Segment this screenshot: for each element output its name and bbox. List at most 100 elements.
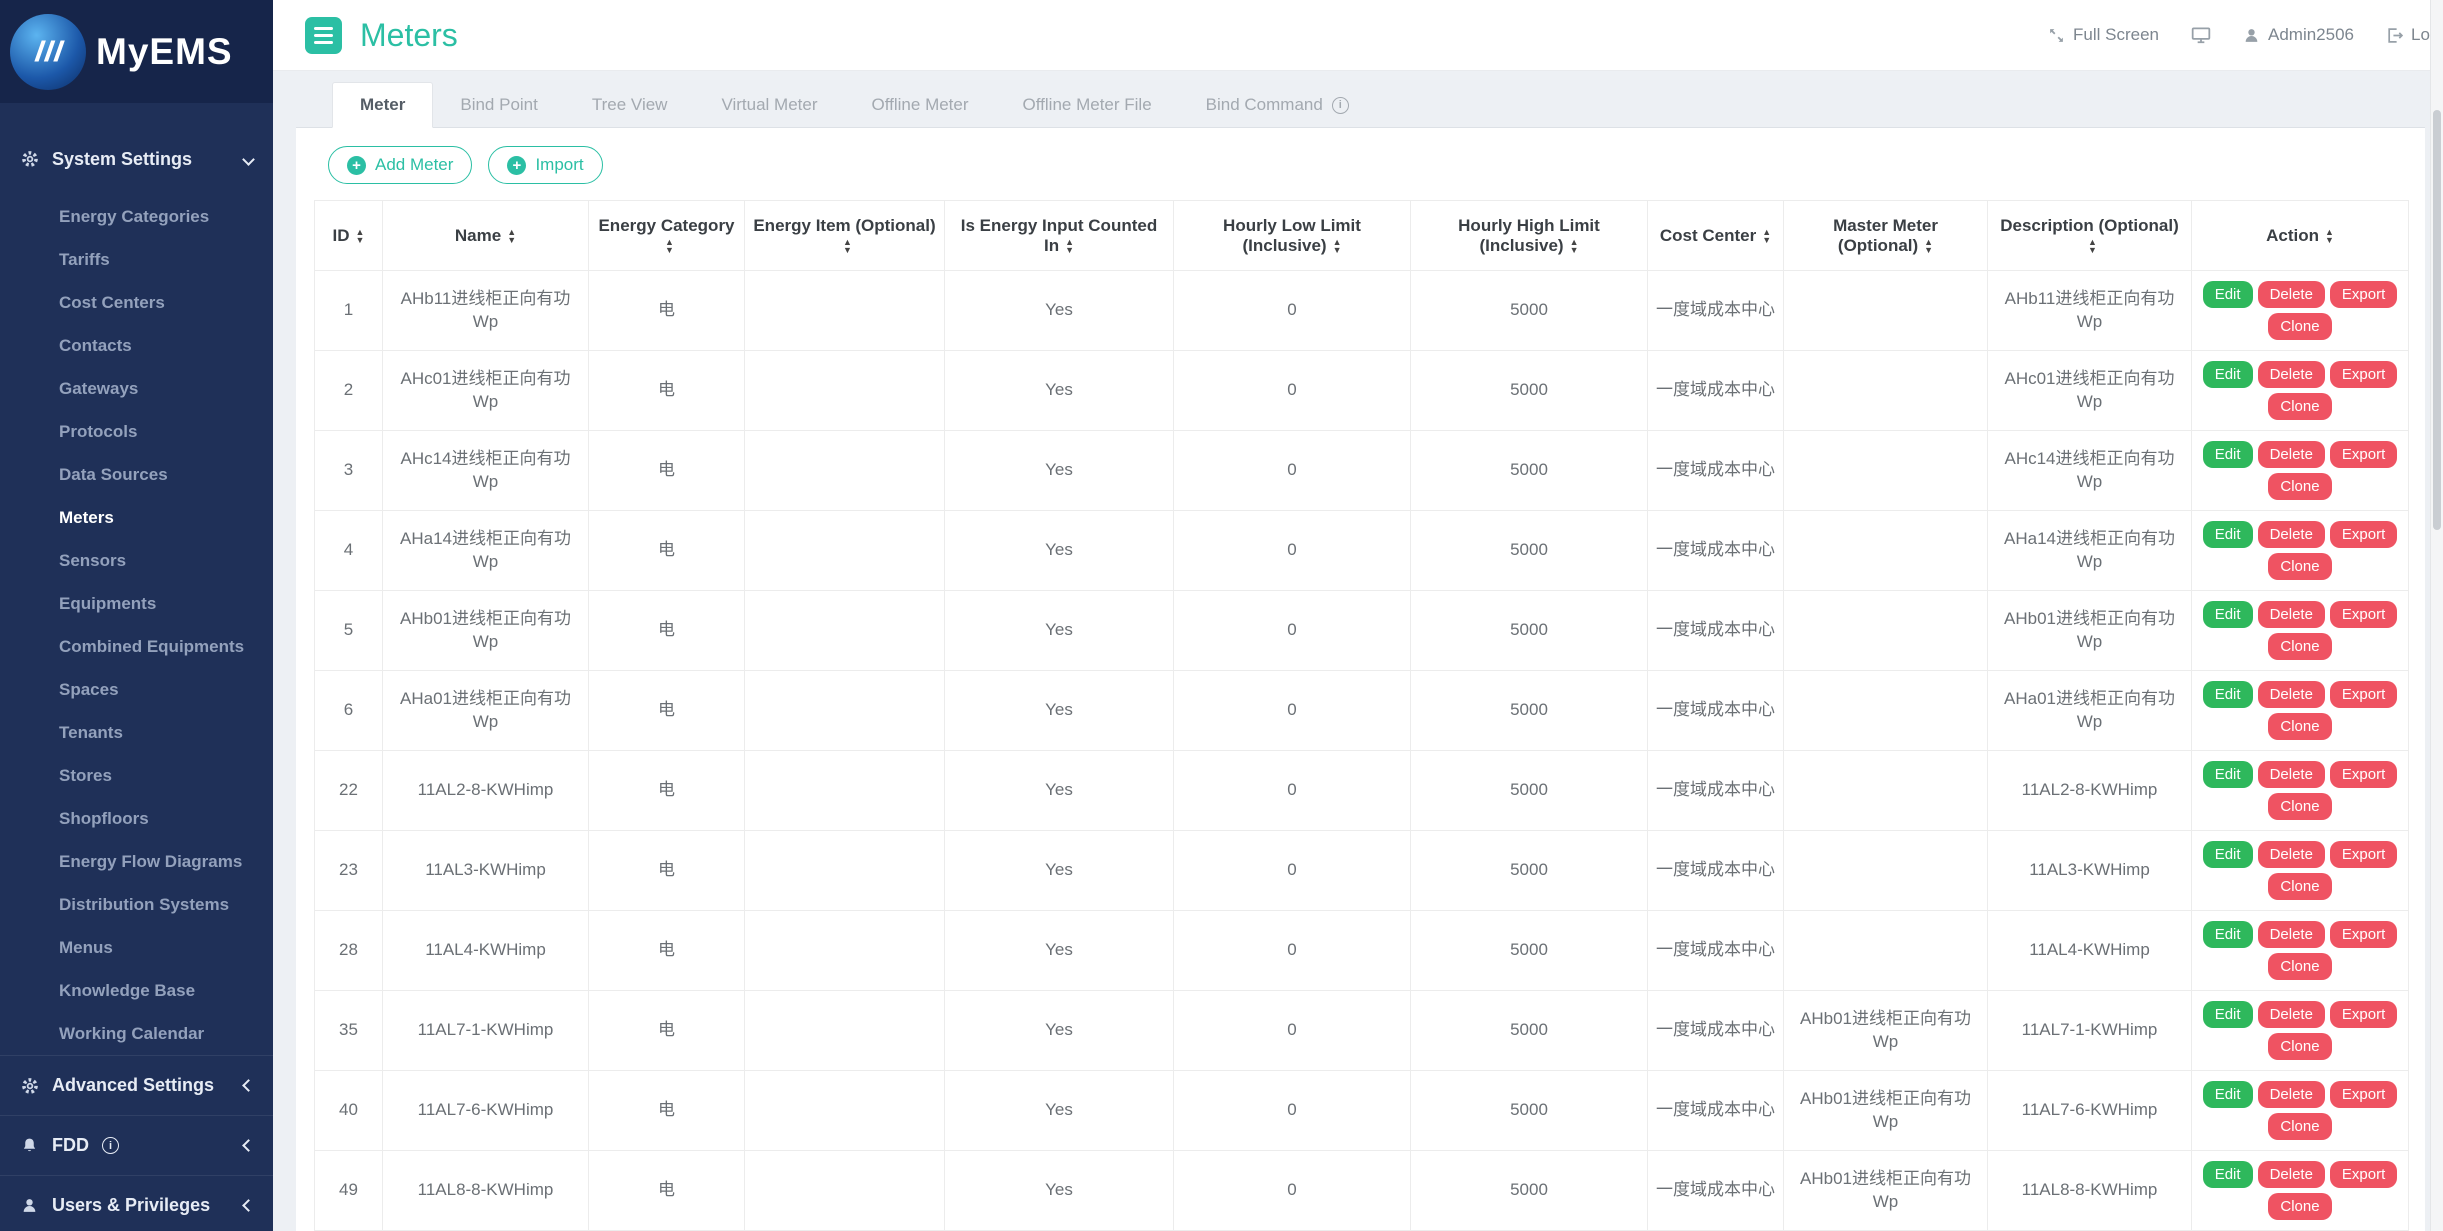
sidebar-item[interactable]: Knowledge Base	[0, 969, 273, 1012]
edit-button[interactable]: Edit	[2203, 921, 2253, 948]
column-header[interactable]: Energy Item (Optional)	[745, 201, 945, 271]
sidebar-section-fdd[interactable]: FDD	[0, 1115, 273, 1175]
delete-button[interactable]: Delete	[2258, 1161, 2325, 1188]
sidebar-item[interactable]: Combined Equipments	[0, 625, 273, 668]
export-button[interactable]: Export	[2330, 841, 2397, 868]
sidebar-item[interactable]: Contacts	[0, 324, 273, 367]
edit-button[interactable]: Edit	[2203, 361, 2253, 388]
sidebar-item[interactable]: Protocols	[0, 410, 273, 453]
column-header[interactable]: Hourly High Limit (Inclusive)	[1411, 201, 1648, 271]
delete-button[interactable]: Delete	[2258, 521, 2325, 548]
edit-button[interactable]: Edit	[2203, 441, 2253, 468]
column-header[interactable]: Is Energy Input Counted In	[945, 201, 1174, 271]
export-button[interactable]: Export	[2330, 1081, 2397, 1108]
sidebar-item[interactable]: Energy Categories	[0, 195, 273, 238]
sidebar-section-system-settings[interactable]: System Settings	[0, 133, 273, 185]
cell-energy-category: 电	[589, 1151, 745, 1231]
delete-button[interactable]: Delete	[2258, 601, 2325, 628]
edit-button[interactable]: Edit	[2203, 1161, 2253, 1188]
delete-button[interactable]: Delete	[2258, 1081, 2325, 1108]
sidebar-item[interactable]: Equipments	[0, 582, 273, 625]
edit-button[interactable]: Edit	[2203, 601, 2253, 628]
brand[interactable]: MyEMS	[0, 0, 273, 103]
clone-button[interactable]: Clone	[2268, 633, 2331, 660]
tab[interactable]: Offline Meter	[845, 83, 996, 127]
edit-button[interactable]: Edit	[2203, 521, 2253, 548]
sidebar-toggle-button[interactable]	[305, 17, 342, 54]
export-button[interactable]: Export	[2330, 521, 2397, 548]
clone-button[interactable]: Clone	[2268, 713, 2331, 740]
sidebar-item[interactable]: Menus	[0, 926, 273, 969]
sidebar-item[interactable]: Meters	[0, 496, 273, 539]
export-button[interactable]: Export	[2330, 681, 2397, 708]
export-button[interactable]: Export	[2330, 601, 2397, 628]
clone-button[interactable]: Clone	[2268, 1033, 2331, 1060]
scrollbar-thumb[interactable]	[2433, 110, 2441, 530]
user-menu[interactable]: Admin2506	[2243, 25, 2354, 45]
column-header[interactable]: Master Meter (Optional)	[1784, 201, 1988, 271]
edit-button[interactable]: Edit	[2203, 761, 2253, 788]
column-header[interactable]: Cost Center	[1648, 201, 1784, 271]
edit-button[interactable]: Edit	[2203, 1081, 2253, 1108]
tab[interactable]: Virtual Meter	[694, 83, 844, 127]
add-meter-button[interactable]: + Add Meter	[328, 146, 472, 184]
edit-button[interactable]: Edit	[2203, 681, 2253, 708]
sidebar-item[interactable]: Distribution Systems	[0, 883, 273, 926]
tab[interactable]: Tree View	[565, 83, 695, 127]
sidebar-item[interactable]: Energy Flow Diagrams	[0, 840, 273, 883]
delete-button[interactable]: Delete	[2258, 441, 2325, 468]
export-button[interactable]: Export	[2330, 441, 2397, 468]
tab[interactable]: Meter	[332, 82, 433, 128]
edit-button[interactable]: Edit	[2203, 1001, 2253, 1028]
full-screen-button[interactable]: Full Screen	[2048, 25, 2159, 45]
sidebar-item[interactable]: Gateways	[0, 367, 273, 410]
clone-button[interactable]: Clone	[2268, 393, 2331, 420]
column-header[interactable]: Description (Optional)	[1988, 201, 2192, 271]
sidebar-item[interactable]: Stores	[0, 754, 273, 797]
column-header[interactable]: ID	[315, 201, 383, 271]
sidebar-item[interactable]: Tariffs	[0, 238, 273, 281]
sidebar-item[interactable]: Sensors	[0, 539, 273, 582]
delete-button[interactable]: Delete	[2258, 921, 2325, 948]
export-button[interactable]: Export	[2330, 361, 2397, 388]
export-button[interactable]: Export	[2330, 921, 2397, 948]
vertical-scrollbar[interactable]	[2430, 0, 2443, 1231]
delete-button[interactable]: Delete	[2258, 281, 2325, 308]
sidebar-item[interactable]: Shopfloors	[0, 797, 273, 840]
clone-button[interactable]: Clone	[2268, 553, 2331, 580]
sidebar-item[interactable]: Working Calendar	[0, 1012, 273, 1055]
sidebar-section-users-privileges[interactable]: Users & Privileges	[0, 1175, 273, 1231]
sidebar-item[interactable]: Tenants	[0, 711, 273, 754]
clone-button[interactable]: Clone	[2268, 873, 2331, 900]
export-button[interactable]: Export	[2330, 761, 2397, 788]
sidebar-item[interactable]: Spaces	[0, 668, 273, 711]
import-button[interactable]: + Import	[488, 146, 602, 184]
export-button[interactable]: Export	[2330, 281, 2397, 308]
column-header[interactable]: Name	[383, 201, 589, 271]
clone-button[interactable]: Clone	[2268, 1193, 2331, 1220]
column-header[interactable]: Action	[2192, 201, 2409, 271]
delete-button[interactable]: Delete	[2258, 361, 2325, 388]
column-header[interactable]: Hourly Low Limit (Inclusive)	[1174, 201, 1411, 271]
display-mode-button[interactable]	[2191, 26, 2211, 44]
tab[interactable]: Offline Meter File	[996, 83, 1179, 127]
export-button[interactable]: Export	[2330, 1161, 2397, 1188]
edit-button[interactable]: Edit	[2203, 281, 2253, 308]
tab[interactable]: Bind Command	[1179, 83, 1376, 127]
delete-button[interactable]: Delete	[2258, 761, 2325, 788]
clone-button[interactable]: Clone	[2268, 473, 2331, 500]
delete-button[interactable]: Delete	[2258, 841, 2325, 868]
clone-button[interactable]: Clone	[2268, 793, 2331, 820]
column-header[interactable]: Energy Category	[589, 201, 745, 271]
sidebar-section-advanced-settings[interactable]: Advanced Settings	[0, 1055, 273, 1115]
clone-button[interactable]: Clone	[2268, 1113, 2331, 1140]
edit-button[interactable]: Edit	[2203, 841, 2253, 868]
sidebar-item[interactable]: Cost Centers	[0, 281, 273, 324]
export-button[interactable]: Export	[2330, 1001, 2397, 1028]
clone-button[interactable]: Clone	[2268, 313, 2331, 340]
tab[interactable]: Bind Point	[433, 83, 565, 127]
clone-button[interactable]: Clone	[2268, 953, 2331, 980]
delete-button[interactable]: Delete	[2258, 681, 2325, 708]
sidebar-item[interactable]: Data Sources	[0, 453, 273, 496]
delete-button[interactable]: Delete	[2258, 1001, 2325, 1028]
